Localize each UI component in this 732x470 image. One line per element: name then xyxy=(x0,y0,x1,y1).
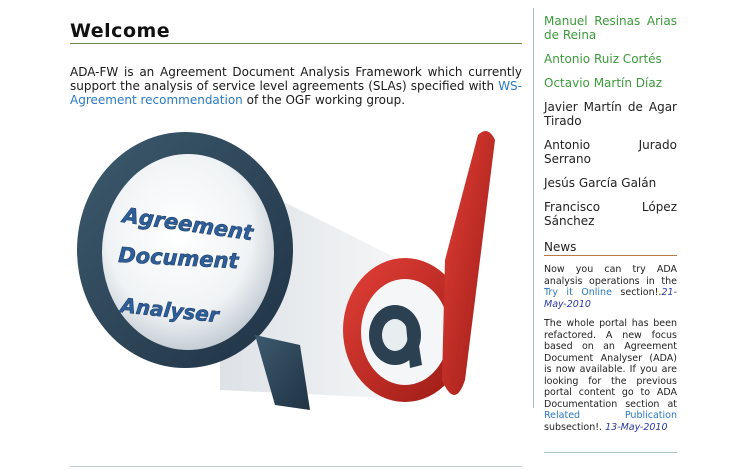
news-bottom-divider xyxy=(544,452,677,453)
sidebar-divider xyxy=(533,8,534,408)
main-content: Welcome ADA-FW is an Agreement Document … xyxy=(70,0,522,470)
ada-logo: Agreement Document Analyser xyxy=(77,131,495,410)
person-name: Antonio Ruiz Cortés xyxy=(544,52,662,66)
news-heading: News xyxy=(544,240,677,256)
intro-paragraph: ADA-FW is an Agreement Document Analysis… xyxy=(70,65,522,107)
bottom-divider xyxy=(70,466,522,467)
person-name: Manuel Resinas Arias de Reina xyxy=(544,14,677,42)
person-name: Octavio Martín Díaz xyxy=(544,76,663,90)
page-title: Welcome xyxy=(70,20,522,44)
sidebar: Manuel Resinas Arias de Reina Antonio Ru… xyxy=(544,14,677,441)
news-text: subsection!. xyxy=(544,421,606,433)
news-item: The whole portal has been refactored. A … xyxy=(544,318,677,433)
person-name: Javier Martín de Agar Tirado xyxy=(544,100,677,128)
person-name: Antonio Jurado Serrano xyxy=(544,138,677,166)
news-date: 13-May-2010 xyxy=(605,421,668,433)
intro-text: ADA-FW is an Agreement Document Analysis… xyxy=(70,65,522,93)
person-name: Jesús García Galán xyxy=(544,176,657,190)
news-text: The whole portal has been refactored. A … xyxy=(544,318,677,410)
news-text: Now you can try ADA analysis operations … xyxy=(544,264,677,287)
news-text: section!. xyxy=(611,287,662,298)
related-publication-link[interactable]: Related Publication xyxy=(544,410,677,421)
try-it-online-link[interactable]: Try it Online xyxy=(544,287,612,298)
intro-text-end: of the OGF working group. xyxy=(242,93,406,107)
person-name: Francisco López Sánchez xyxy=(544,200,677,228)
news-item: Now you can try ADA analysis operations … xyxy=(544,264,677,310)
